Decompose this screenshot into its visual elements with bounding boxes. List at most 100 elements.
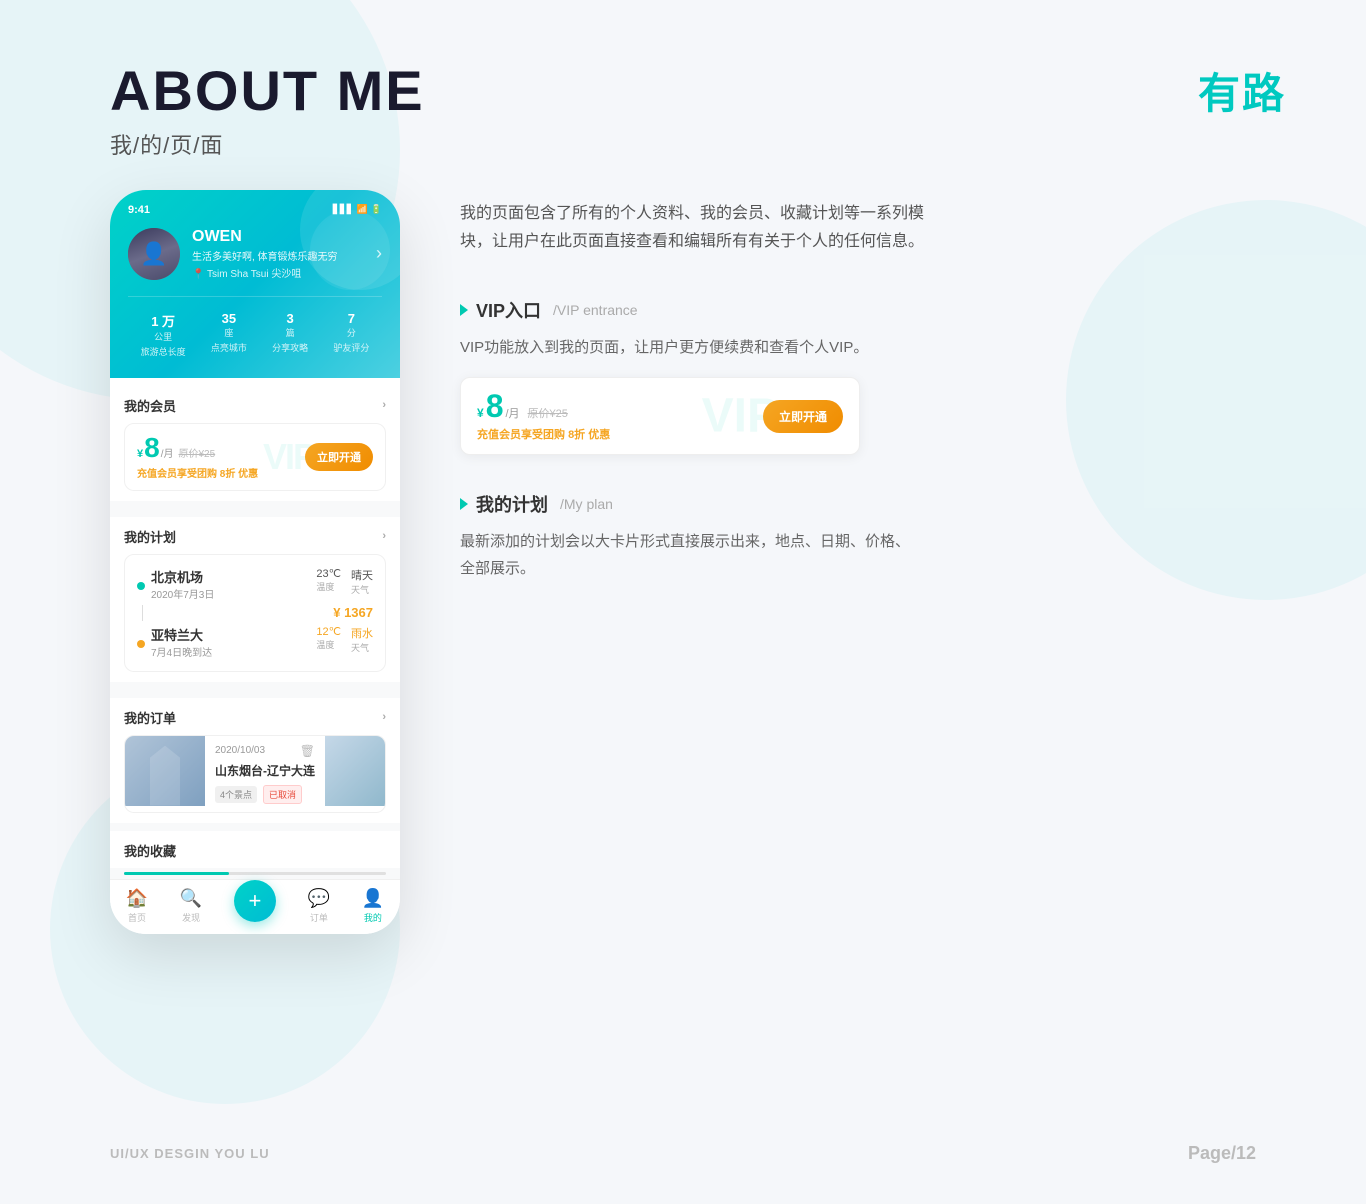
- signal-icon: ▋▋▋: [333, 204, 354, 215]
- delete-icon[interactable]: 🗑: [300, 744, 315, 758]
- vip-original: 原价¥25: [178, 445, 215, 460]
- nav-orders[interactable]: 💬 订单: [308, 888, 330, 924]
- from-weather: 晴天: [351, 567, 373, 583]
- plan-section-header[interactable]: 我的计划 ›: [124, 527, 386, 546]
- vip-price: ¥ 8 /月 原价¥25: [137, 434, 258, 462]
- order-section-header[interactable]: 我的订单 ›: [124, 708, 386, 727]
- plan-price: ¥ 1367: [333, 605, 373, 620]
- stats-row: 1 万 公里 旅游总长度 35 座 点亮城市 3 篇 分享攻略: [128, 296, 382, 358]
- profile-arrow[interactable]: ›: [376, 243, 382, 264]
- vip-feature-header: VIP入口 /VIP entrance: [460, 297, 1286, 323]
- profile-name: OWEN: [192, 228, 364, 246]
- vip-feature-block: VIP入口 /VIP entrance VIP功能放入到我的页面，让用户更方便续…: [460, 297, 1286, 455]
- nav-add[interactable]: +: [234, 890, 276, 922]
- sub-title: 我/的/页/面: [110, 128, 425, 160]
- stat-label-cities: 点亮城市: [211, 341, 247, 354]
- plan-feature-title: 我的计划: [476, 491, 548, 517]
- mini-period: /月: [505, 405, 519, 421]
- order-arrow[interactable]: ›: [382, 711, 386, 723]
- profile-row[interactable]: OWEN 生活多美好啊, 体育锻炼乐趣无穷 📍 Tsim Sha Tsui 尖沙…: [128, 228, 382, 280]
- stat-unit-rating: 分: [333, 326, 369, 339]
- vip-section: 我的会员 › ¥ 8 /月 原价¥25: [110, 386, 400, 501]
- avatar-image: [128, 228, 180, 280]
- footer-left: UI/UX DESGIN YOU LU: [110, 1146, 270, 1161]
- vip-feature-title: VIP入口: [476, 297, 541, 323]
- stat-label-rating: 驴友评分: [333, 341, 369, 354]
- vip-discount: 8折: [220, 469, 236, 480]
- stat-articles: 3 篇 分享攻略: [272, 311, 308, 358]
- vip-currency: ¥: [137, 448, 143, 460]
- order-date: 2020/10/03: [215, 745, 265, 756]
- vip-card: ¥ 8 /月 原价¥25 充值会员享受团购 8折 优惠: [124, 423, 386, 491]
- order-section: 我的订单 › 2020/10/03 🗑: [110, 698, 400, 823]
- status-time: 9:41: [128, 204, 150, 216]
- plan-feature-subtitle: /My plan: [560, 496, 613, 512]
- nav-orders-label: 订单: [310, 911, 328, 924]
- plan-from-info: 北京机场 2020年7月3日: [151, 567, 316, 601]
- nav-home-label: 首页: [128, 911, 146, 924]
- battery-icon: 🔋: [371, 204, 382, 215]
- order-route-title: 山东烟台-辽宁大连: [215, 762, 315, 779]
- stat-cities: 35 座 点亮城市: [211, 311, 247, 358]
- page-header: ABOUT ME 我/的/页/面 有路: [110, 60, 1286, 160]
- profile-info: OWEN 生活多美好啊, 体育锻炼乐趣无穷 📍 Tsim Sha Tsui 尖沙…: [192, 228, 364, 280]
- plan-arrow[interactable]: ›: [382, 530, 386, 542]
- mini-price-num: 8: [486, 390, 504, 422]
- vip-price-num: 8: [144, 434, 160, 462]
- stat-label-distance: 旅游总长度: [141, 345, 186, 358]
- route-vertical-line: [142, 605, 143, 621]
- nav-mine-label: 我的: [364, 911, 382, 924]
- progress-fill: [124, 872, 229, 875]
- add-button[interactable]: +: [234, 880, 276, 922]
- stat-label-articles: 分享攻略: [272, 341, 308, 354]
- plan-to-row: 亚特兰大 7月4日晚到达 12℃温度 雨水天气: [137, 625, 373, 659]
- nav-discover[interactable]: 🔍 发现: [180, 888, 202, 924]
- content-area: 9:41 ▋▋▋ 📶 🔋 OWEN: [110, 190, 1286, 934]
- footer-right: Page/12: [1188, 1143, 1256, 1164]
- nav-home[interactable]: 🏠 首页: [126, 888, 148, 924]
- plan-from-row: 北京机场 2020年7月3日 23℃温度 晴天天气: [137, 567, 373, 601]
- vip-title: 我的会员: [124, 396, 176, 415]
- mini-discount: 8折: [568, 429, 585, 441]
- phone-header: 9:41 ▋▋▋ 📶 🔋 OWEN: [110, 190, 400, 378]
- vip-feature-desc: VIP功能放入到我的页面，让用户更方便续费和查看个人VIP。: [460, 335, 920, 361]
- vip-feature-subtitle: /VIP entrance: [553, 302, 638, 318]
- mini-vip-button[interactable]: 立即开通: [763, 400, 843, 433]
- title-block: ABOUT ME 我/的/页/面: [110, 60, 425, 160]
- nav-mine[interactable]: 👤 我的: [362, 888, 384, 924]
- plan-from-date: 2020年7月3日: [151, 586, 316, 601]
- from-temp: 23℃: [316, 567, 341, 580]
- order-tags: 4个景点 已取消: [215, 785, 315, 804]
- order-image-1: [125, 736, 205, 806]
- stat-value-distance: 1 万: [141, 311, 186, 330]
- plan-from-city: 北京机场: [151, 567, 316, 586]
- vip-arrow[interactable]: ›: [382, 399, 386, 411]
- plan-title: 我的计划: [124, 527, 176, 546]
- stat-unit-articles: 篇: [272, 326, 308, 339]
- stat-value-cities: 35: [211, 311, 247, 326]
- vip-open-button[interactable]: 立即开通: [305, 443, 373, 471]
- order-info: 2020/10/03 🗑 山东烟台-辽宁大连 4个景点 已取消: [205, 736, 325, 812]
- plan-to-meta: 12℃温度 雨水天气: [316, 625, 373, 654]
- avatar: [128, 228, 180, 280]
- home-icon: 🏠: [126, 888, 148, 909]
- plan-feature-header: 我的计划 /My plan: [460, 491, 1286, 517]
- mine-icon: 👤: [362, 888, 384, 909]
- orders-icon: 💬: [308, 888, 330, 909]
- plan-feature-block: 我的计划 /My plan 最新添加的计划会以大卡片形式直接展示出来，地点、日期…: [460, 491, 1286, 582]
- scroll-indicator: [124, 872, 386, 875]
- vip-price-block: ¥ 8 /月 原价¥25 充值会员享受团购 8折 优惠: [137, 434, 258, 480]
- route-dot-to: [137, 640, 145, 648]
- nav-discover-label: 发现: [182, 911, 200, 924]
- bottom-nav: 🏠 首页 🔍 发现 + 💬 订单: [110, 879, 400, 934]
- profile-bio: 生活多美好啊, 体育锻炼乐趣无穷: [192, 248, 364, 263]
- mini-desc: 充值会员享受团购 8折 优惠: [477, 426, 610, 442]
- plan-section: 我的计划 ›: [110, 517, 400, 682]
- vip-section-header[interactable]: 我的会员 ›: [124, 396, 386, 415]
- stat-unit-distance: 公里: [141, 330, 186, 343]
- mini-price-block: ¥ 8 /月 原价¥25 充值会员享受团购 8折 优惠: [477, 390, 610, 442]
- to-weather: 雨水: [351, 625, 373, 641]
- logo: 有路: [1198, 60, 1286, 121]
- main-title: ABOUT ME: [110, 60, 425, 122]
- plan-to-info: 亚特兰大 7月4日晚到达: [151, 625, 316, 659]
